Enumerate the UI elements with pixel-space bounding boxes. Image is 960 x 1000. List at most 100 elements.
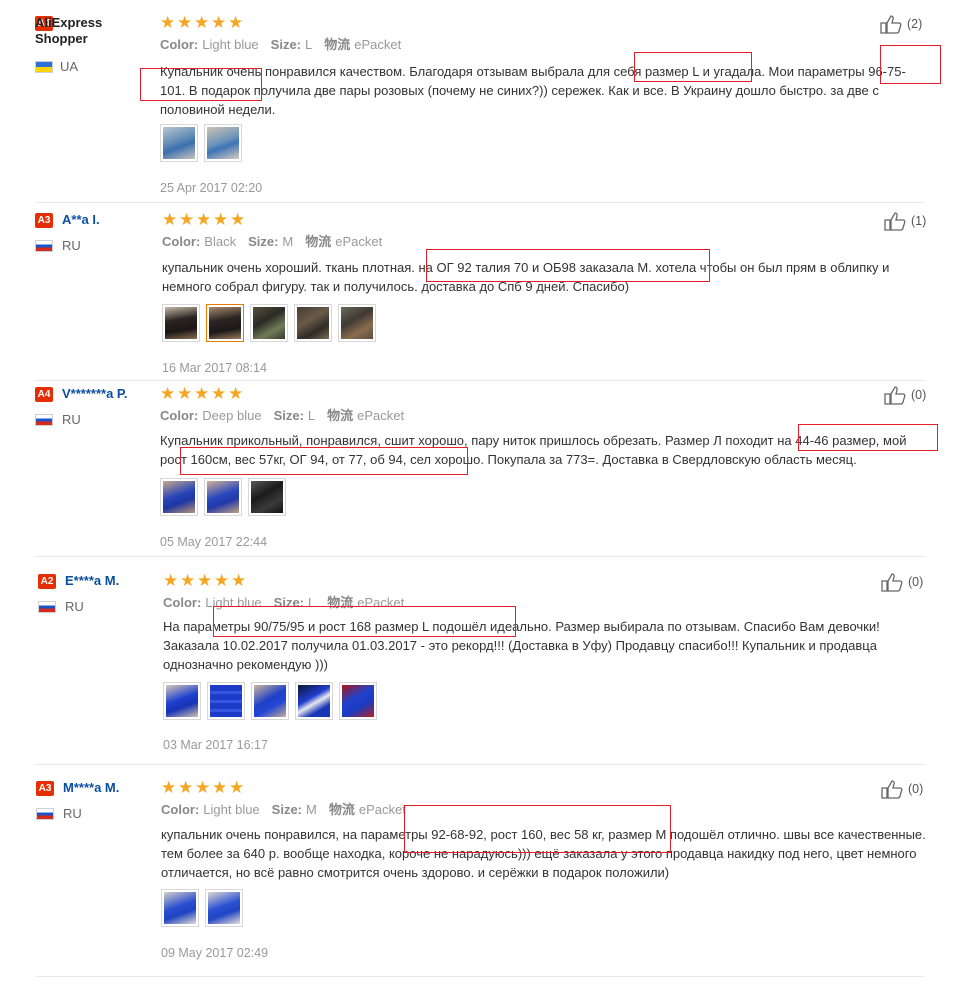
shipping-label: 物流: [328, 802, 355, 817]
rating-stars: ★ ★ ★ ★ ★: [163, 572, 248, 589]
photo-thumbnail[interactable]: [161, 889, 199, 927]
photo-thumbnail[interactable]: [250, 304, 288, 342]
highlight-box: [213, 606, 516, 637]
reviewer-name[interactable]: A**a I.: [62, 212, 100, 228]
divider: [36, 976, 924, 977]
russia-flag-icon: [35, 240, 53, 252]
rating-stars: ★ ★ ★ ★ ★: [161, 779, 246, 796]
color-label: Color:: [160, 37, 199, 52]
review-photos: [161, 889, 243, 927]
ukraine-flag-icon: [35, 61, 53, 73]
review-photos: [160, 124, 242, 162]
photo-thumbnail[interactable]: [251, 682, 289, 720]
thumbs-up-icon: [881, 573, 903, 592]
reviewer-country: RU: [65, 599, 84, 614]
helpful-count: (0): [911, 388, 927, 402]
reviewer-name[interactable]: E****a M.: [65, 573, 119, 589]
divider: [36, 202, 924, 203]
star-icon: ★: [228, 13, 244, 32]
photo-thumbnail[interactable]: [207, 682, 245, 720]
star-icon: ★: [211, 384, 227, 403]
shipping-label: 物流: [305, 234, 332, 249]
photo-thumbnail[interactable]: [338, 304, 376, 342]
star-icon: ★: [212, 778, 228, 797]
photo-thumbnail[interactable]: [162, 304, 200, 342]
helpful-button[interactable]: (0): [881, 779, 923, 799]
size-label: Size:: [248, 234, 279, 249]
star-icon: ★: [180, 571, 196, 590]
highlight-box: [880, 45, 941, 84]
russia-flag-icon: [35, 414, 53, 426]
thumbs-up-icon: [884, 212, 906, 231]
divider: [36, 556, 924, 557]
order-attributes: Color: Black Size: M 物流 ePacket: [162, 234, 382, 250]
divider: [36, 380, 924, 381]
star-icon: ★: [162, 210, 178, 229]
reviewer-name[interactable]: V*******a P.: [62, 386, 128, 402]
star-icon: ★: [194, 13, 210, 32]
review-photos: [162, 304, 376, 342]
size-value: M: [306, 802, 317, 817]
shipping-value: ePacket: [354, 37, 402, 52]
buyer-level-badge: A3: [35, 213, 53, 228]
size-value: L: [305, 37, 313, 52]
size-label: Size:: [270, 37, 302, 52]
star-icon: ★: [228, 384, 244, 403]
photo-thumbnail[interactable]: [339, 682, 377, 720]
shipping-label: 物流: [327, 408, 354, 423]
reviewer-name[interactable]: M****a M.: [63, 780, 119, 796]
helpful-button[interactable]: (2): [880, 14, 922, 34]
color-value: Deep blue: [202, 408, 262, 423]
review-date: 09 May 2017 02:49: [161, 946, 269, 960]
star-icon: ★: [196, 210, 212, 229]
star-icon: ★: [161, 778, 177, 797]
review-photos: [160, 478, 286, 516]
star-icon: ★: [179, 210, 195, 229]
order-attributes: Color: Light blue Size: M 物流 ePacket: [161, 802, 406, 818]
color-value: Black: [204, 234, 237, 249]
photo-thumbnail[interactable]: [206, 304, 244, 342]
review-date: 25 Apr 2017 02:20: [160, 181, 263, 195]
highlight-box: [140, 68, 262, 101]
helpful-button[interactable]: (0): [884, 385, 926, 405]
size-label: Size:: [271, 802, 303, 817]
color-label: Color:: [160, 408, 199, 423]
order-attributes: Color: Deep blue Size: L 物流 ePacket: [160, 408, 404, 424]
highlight-box: [180, 447, 468, 475]
star-icon: ★: [177, 13, 193, 32]
divider: [36, 764, 924, 765]
photo-thumbnail[interactable]: [204, 124, 242, 162]
thumbs-up-icon: [881, 780, 903, 799]
reviewer-country: RU: [63, 806, 82, 821]
photo-thumbnail[interactable]: [204, 478, 242, 516]
photo-thumbnail[interactable]: [163, 682, 201, 720]
buyer-level-badge: A3: [36, 781, 54, 796]
reviewer-name[interactable]: AliExpress Shopper: [35, 15, 135, 47]
shipping-value: ePacket: [357, 408, 405, 423]
review-date: 03 Mar 2017 16:17: [163, 738, 268, 752]
color-label: Color:: [162, 234, 201, 249]
star-icon: ★: [213, 210, 229, 229]
highlight-box: [404, 805, 671, 853]
star-icon: ★: [160, 13, 176, 32]
photo-thumbnail[interactable]: [295, 682, 333, 720]
color-value: Light blue: [203, 802, 260, 817]
rating-stars: ★ ★ ★ ★ ★: [160, 385, 245, 402]
photo-thumbnail[interactable]: [294, 304, 332, 342]
helpful-button[interactable]: (1): [884, 211, 926, 231]
photo-thumbnail[interactable]: [205, 889, 243, 927]
helpful-count: (2): [907, 17, 923, 31]
highlight-box: [426, 249, 710, 282]
reviewer-country: RU: [62, 238, 81, 253]
star-icon: ★: [214, 571, 230, 590]
shipping-value: ePacket: [358, 802, 406, 817]
photo-thumbnail[interactable]: [160, 124, 198, 162]
star-icon: ★: [231, 571, 247, 590]
russia-flag-icon: [38, 601, 56, 613]
photo-thumbnail[interactable]: [160, 478, 198, 516]
helpful-button[interactable]: (0): [881, 572, 923, 592]
color-label: Color:: [163, 595, 202, 610]
star-icon: ★: [229, 778, 245, 797]
photo-thumbnail[interactable]: [248, 478, 286, 516]
star-icon: ★: [177, 384, 193, 403]
